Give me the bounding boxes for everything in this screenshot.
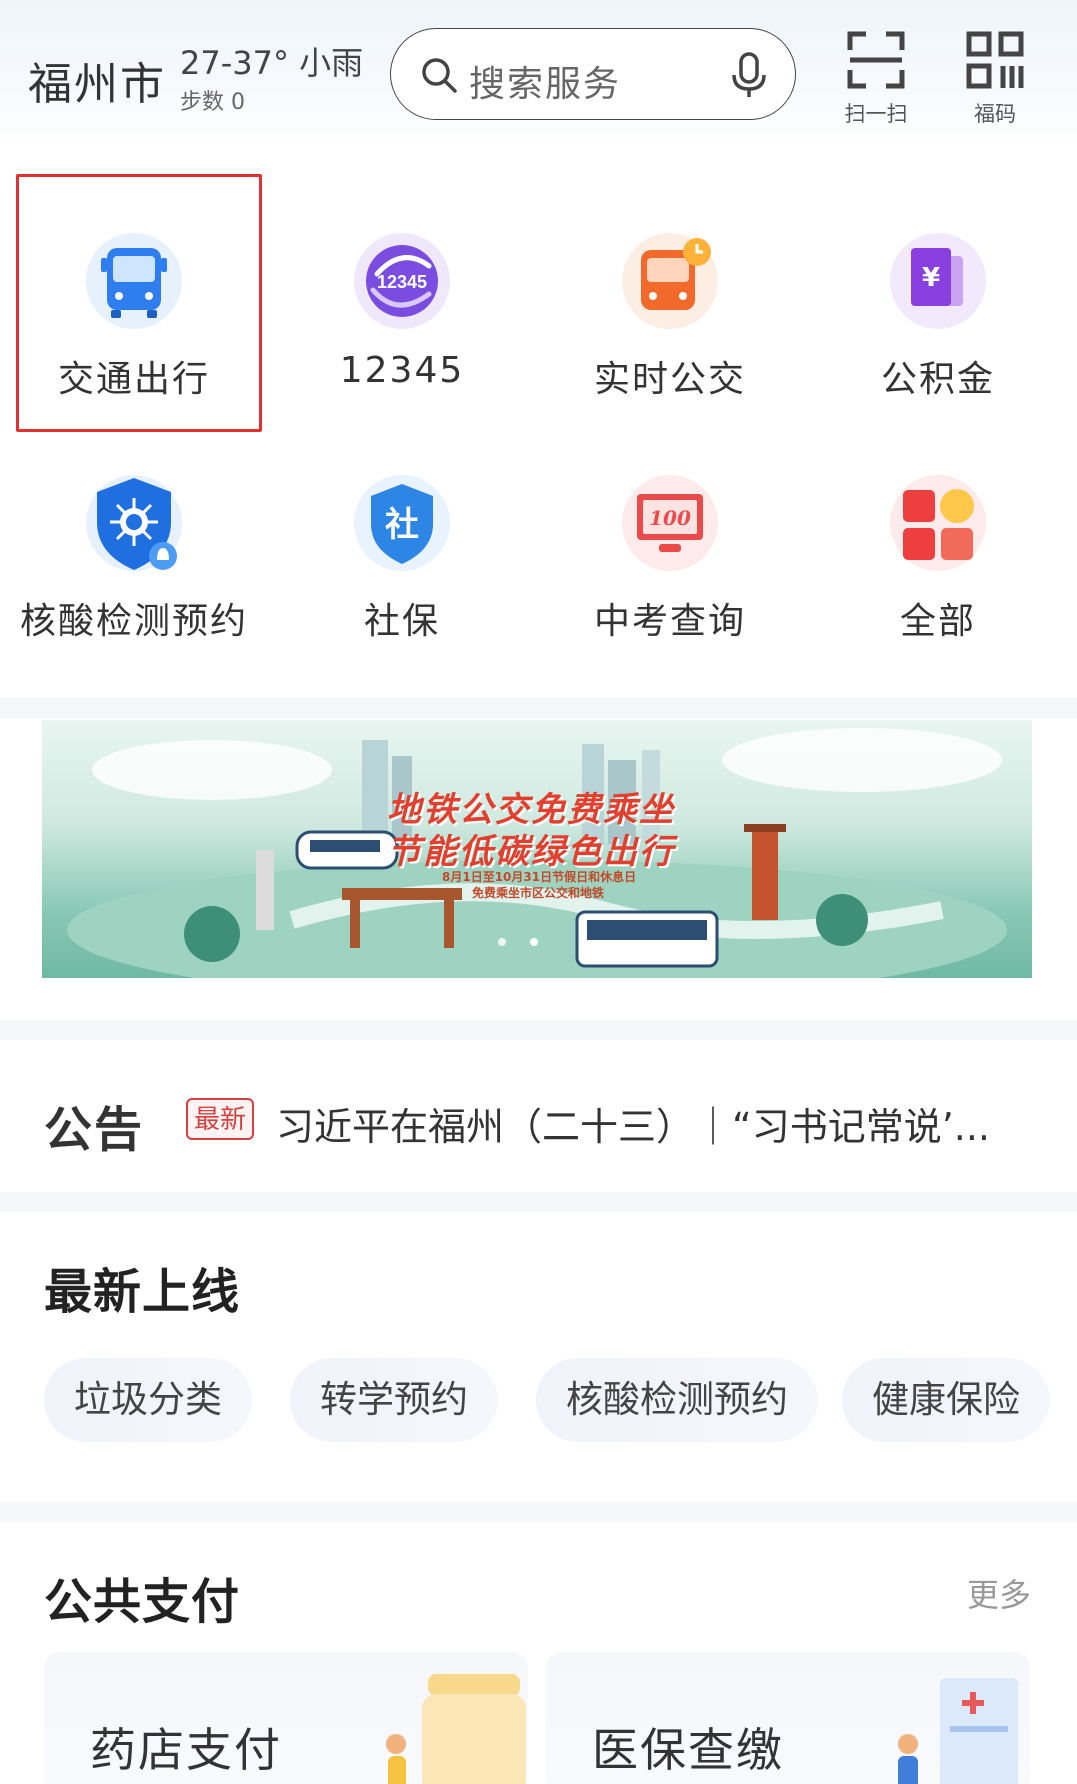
promo-banner[interactable]: 地铁公交免费乘坐 节能低碳绿色出行 8月1日至10月31日节假日和休息日 免费乘… bbox=[42, 720, 1032, 978]
service-exam-query[interactable]: 100 中考查询 bbox=[540, 468, 800, 644]
public-payment-title: 公共支付 bbox=[44, 1574, 241, 1630]
fu-code-button[interactable]: 福码 bbox=[960, 28, 1030, 128]
scan-button[interactable]: 扫一扫 bbox=[838, 28, 914, 128]
notice-headline[interactable]: 习近平在福州（二十三）｜“习书记常说’... bbox=[276, 1096, 1016, 1151]
service-label: 12345 bbox=[339, 350, 465, 391]
search-bar[interactable]: 搜索服务 bbox=[390, 28, 796, 120]
service-realtime-bus[interactable]: 实时公交 bbox=[540, 226, 800, 402]
chip-nucleic-test[interactable]: 核酸检测预约 bbox=[536, 1358, 818, 1442]
notice-new-badge: 最新 bbox=[186, 1098, 255, 1140]
service-housing-fund[interactable]: ¥ 公积金 bbox=[808, 226, 1068, 402]
service-label: 核酸检测预约 bbox=[19, 601, 248, 642]
yuan-fund-icon: ¥ bbox=[883, 226, 993, 336]
banner-subtext-2: 免费乘坐市区公交和地铁 bbox=[472, 886, 605, 900]
section-divider bbox=[0, 1020, 1077, 1040]
medicine-bottle-icon bbox=[386, 1674, 526, 1784]
notice-bar[interactable]: 公告 最新 习近平在福州（二十三）｜“习书记常说’... bbox=[0, 1040, 1077, 1190]
all-apps-icon bbox=[883, 468, 993, 578]
scan-label: 扫一扫 bbox=[844, 102, 908, 126]
chip-garbage-sorting[interactable]: 垃圾分类 bbox=[44, 1358, 252, 1442]
pharmacy-payment-card[interactable]: 药店支付 bbox=[44, 1652, 528, 1784]
section-divider bbox=[0, 1192, 1077, 1212]
social-security-icon: 社 bbox=[347, 468, 457, 578]
chip-transfer-appointment[interactable]: 转学预约 bbox=[290, 1358, 498, 1442]
service-label: 全部 bbox=[899, 601, 976, 642]
chip-health-insurance[interactable]: 健康保险 bbox=[842, 1358, 1050, 1442]
section-divider bbox=[0, 1502, 1077, 1522]
scan-icon bbox=[847, 31, 905, 89]
service-12345[interactable]: 12345 12345 bbox=[272, 226, 532, 391]
banner-subtext-1: 8月1日至10月31日节假日和休息日 bbox=[442, 870, 637, 884]
notice-title: 公告 bbox=[44, 1102, 145, 1158]
search-input[interactable]: 搜索服务 bbox=[469, 55, 621, 107]
more-link[interactable]: 更多 bbox=[967, 1570, 1031, 1616]
hotline-12345-icon: 12345 bbox=[347, 226, 457, 336]
pay-card-label: 药店支付 bbox=[90, 1723, 282, 1777]
virus-shield-icon bbox=[79, 468, 189, 578]
service-nucleic-test[interactable]: 核酸检测预约 bbox=[4, 468, 264, 644]
svg-text:12345: 12345 bbox=[377, 272, 427, 292]
fu-code-label: 福码 bbox=[974, 102, 1016, 126]
new-online-title: 最新上线 bbox=[44, 1264, 241, 1320]
medical-insurance-card[interactable]: 医保查缴 bbox=[546, 1652, 1030, 1784]
service-all[interactable]: 全部 bbox=[808, 468, 1068, 644]
svg-text:社: 社 bbox=[385, 505, 419, 545]
search-icon bbox=[422, 58, 457, 93]
city-selector[interactable]: 福州市 bbox=[28, 48, 166, 112]
svg-text:100: 100 bbox=[649, 506, 691, 530]
service-label: 中考查询 bbox=[593, 601, 746, 642]
service-label: 公积金 bbox=[880, 359, 995, 400]
exam-score-icon: 100 bbox=[615, 468, 725, 578]
pay-card-label: 医保查缴 bbox=[592, 1723, 784, 1777]
qr-code-icon bbox=[966, 31, 1024, 89]
microphone-icon[interactable] bbox=[729, 51, 769, 99]
service-label: 实时公交 bbox=[593, 359, 746, 400]
service-social-security[interactable]: 社 社保 bbox=[272, 468, 532, 644]
step-count: 步数 0 bbox=[180, 90, 245, 115]
banner-headline-2: 节能低碳绿色出行 bbox=[387, 832, 675, 872]
selected-highlight-box bbox=[16, 174, 262, 432]
svg-text:¥: ¥ bbox=[922, 263, 940, 293]
top-header: 福州市 27-37° 小雨 步数 0 搜索服务 扫一扫 福码 bbox=[0, 0, 1077, 150]
section-divider bbox=[0, 698, 1077, 718]
weather-info[interactable]: 27-37° 小雨 bbox=[180, 38, 363, 84]
service-label: 社保 bbox=[363, 601, 440, 642]
realtime-bus-icon bbox=[615, 226, 725, 336]
medical-document-icon bbox=[898, 1678, 1018, 1784]
